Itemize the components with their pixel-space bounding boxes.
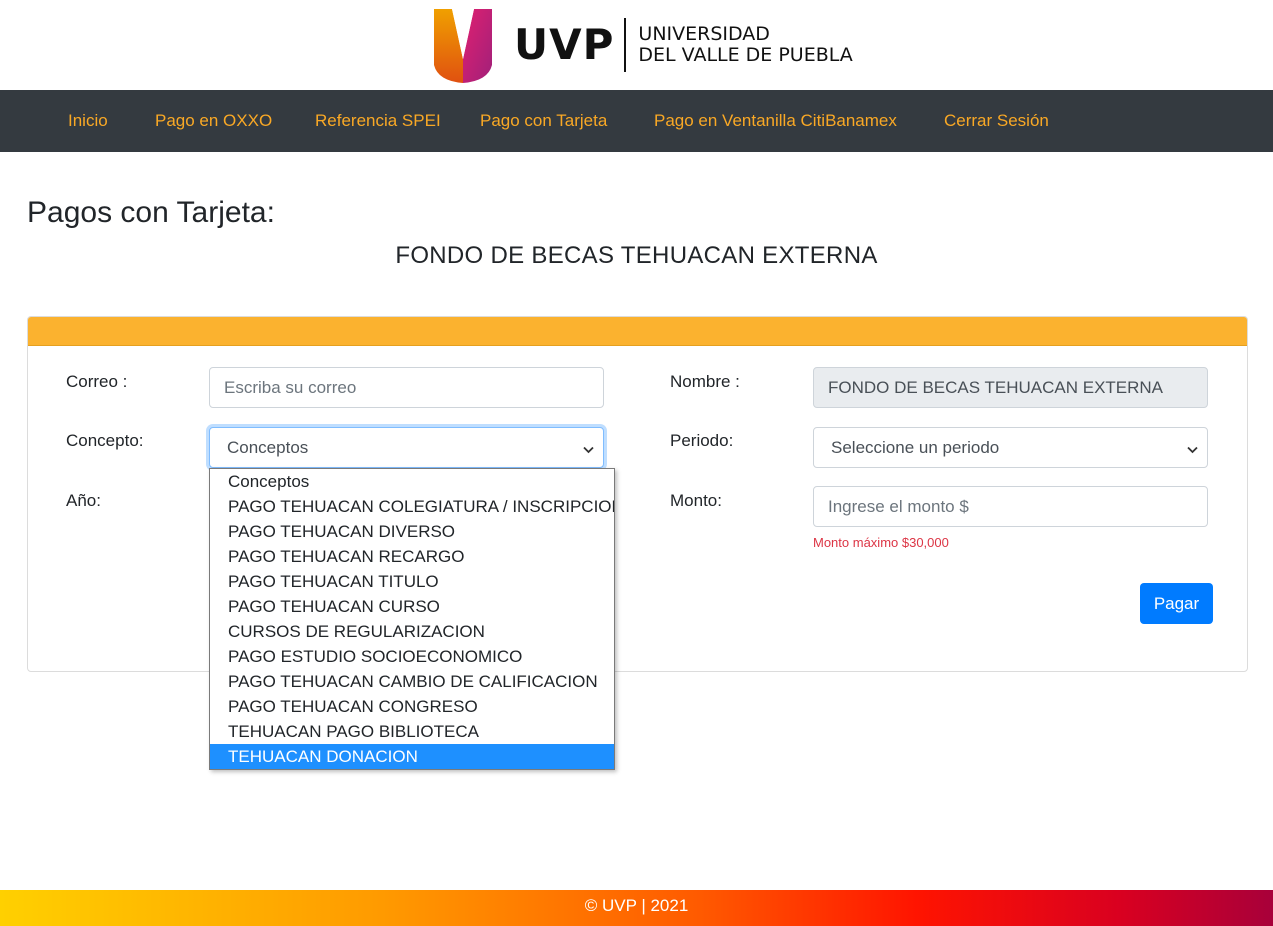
periodo-select-value: Seleccione un periodo [831,438,1000,457]
card-header-bar [28,317,1247,346]
concepto-option[interactable]: PAGO TEHUACAN CAMBIO DE CALIFICACION [210,669,614,694]
nombre-field: FONDO DE BECAS TEHUACAN EXTERNA [813,367,1208,408]
concepto-option[interactable]: PAGO TEHUACAN CONGRESO [210,694,614,719]
concepto-option-highlighted[interactable]: TEHUACAN DONACION [210,744,614,769]
concepto-select[interactable]: Conceptos [209,427,604,468]
concepto-option[interactable]: PAGO ESTUDIO SOCIOECONOMICO [210,644,614,669]
concepto-option[interactable]: PAGO TEHUACAN TITULO [210,569,614,594]
periodo-label: Periodo: [670,431,734,450]
logo-uvp-text: UVP [514,20,615,69]
logo-name-line2: DEL VALLE DE PUEBLA [638,44,853,66]
chevron-down-icon [1187,428,1198,469]
concepto-dropdown-list[interactable]: Conceptos PAGO TEHUACAN COLEGIATURA / IN… [209,468,615,770]
monto-label: Monto: [670,491,722,510]
concepto-option[interactable]: PAGO TEHUACAN COLEGIATURA / INSCRIPCION [210,494,614,519]
logo-separator [624,18,627,72]
nav-item-pago-oxxo[interactable]: Pago en OXXO [155,90,272,152]
page-subtitle: FONDO DE BECAS TEHUACAN EXTERNA [395,242,878,269]
concepto-select-value: Conceptos [227,438,309,457]
chevron-down-icon [583,428,594,469]
concepto-label: Concepto: [66,431,144,450]
concepto-option[interactable]: PAGO TEHUACAN CURSO [210,594,614,619]
nav-item-referencia-spei[interactable]: Referencia SPEI [315,90,441,152]
footer-copyright: © UVP | 2021 [584,896,689,915]
concepto-option[interactable]: PAGO TEHUACAN RECARGO [210,544,614,569]
footer: © UVP | 2021 [0,890,1273,926]
nav-item-cerrar-sesion[interactable]: Cerrar Sesión [944,90,1049,152]
logo-university-name: UNIVERSIDAD DEL VALLE DE PUEBLA [638,24,852,66]
nav-item-pago-tarjeta[interactable]: Pago con Tarjeta [480,90,607,152]
concepto-option[interactable]: CURSOS DE REGULARIZACION [210,619,614,644]
nombre-label: Nombre : [670,372,740,391]
logo-header: UVP UNIVERSIDAD DEL VALLE DE PUEBLA [0,0,1273,90]
uvp-logo[interactable]: UVP UNIVERSIDAD DEL VALLE DE PUEBLA [432,6,853,84]
pagar-button[interactable]: Pagar [1140,583,1213,624]
monto-max-hint: Monto máximo $30,000 [813,535,949,550]
periodo-select[interactable]: Seleccione un periodo [813,427,1208,468]
anio-label: Año: [66,491,101,510]
nav-item-pago-ventanilla[interactable]: Pago en Ventanilla CitiBanamex [654,90,897,152]
correo-label: Correo : [66,372,128,391]
nav-item-inicio[interactable]: Inicio [68,90,108,152]
concepto-option[interactable]: PAGO TEHUACAN DIVERSO [210,519,614,544]
page-title: Pagos con Tarjeta: [27,196,275,229]
correo-input[interactable]: Escriba su correo [209,367,604,408]
monto-input[interactable]: Ingrese el monto $ [813,486,1208,527]
main-navbar: Inicio Pago en OXXO Referencia SPEI Pago… [0,90,1273,152]
logo-name-line1: UNIVERSIDAD [638,23,770,45]
uvp-logo-mark-icon [434,8,492,83]
concepto-option[interactable]: TEHUACAN PAGO BIBLIOTECA [210,719,614,744]
concepto-option[interactable]: Conceptos [210,469,614,494]
